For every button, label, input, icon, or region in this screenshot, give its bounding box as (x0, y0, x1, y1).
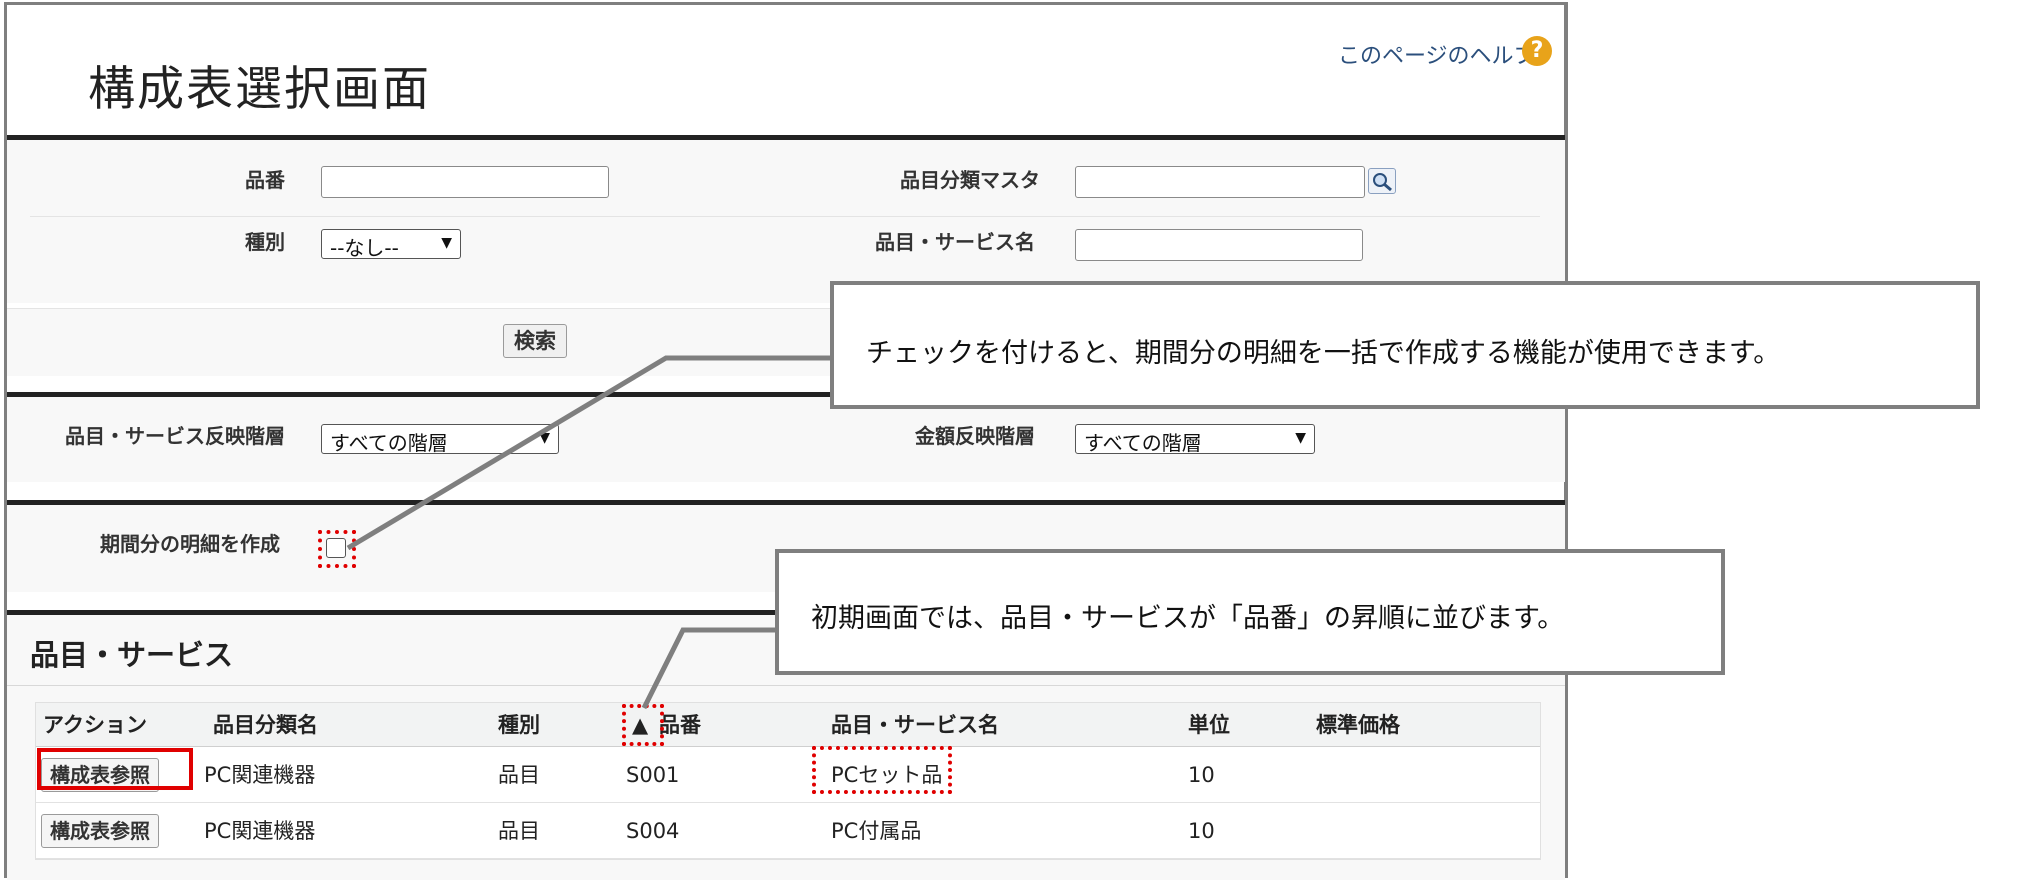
callout-sort-note: 初期画面では、品目・サービスが「品番」の昇順に並びます。 (775, 549, 1725, 675)
callout-connectors (346, 355, 832, 710)
callout-sort-text: 初期画面では、品目・サービスが「品番」の昇順に並びます。 (811, 603, 1565, 634)
callout-checkbox-text: チェックを付けると、期間分の明細を一括で作成する機能が使用できます。 (866, 338, 1781, 369)
callout-checkbox-note: チェックを付けると、期間分の明細を一括で作成する機能が使用できます。 (830, 281, 1980, 409)
